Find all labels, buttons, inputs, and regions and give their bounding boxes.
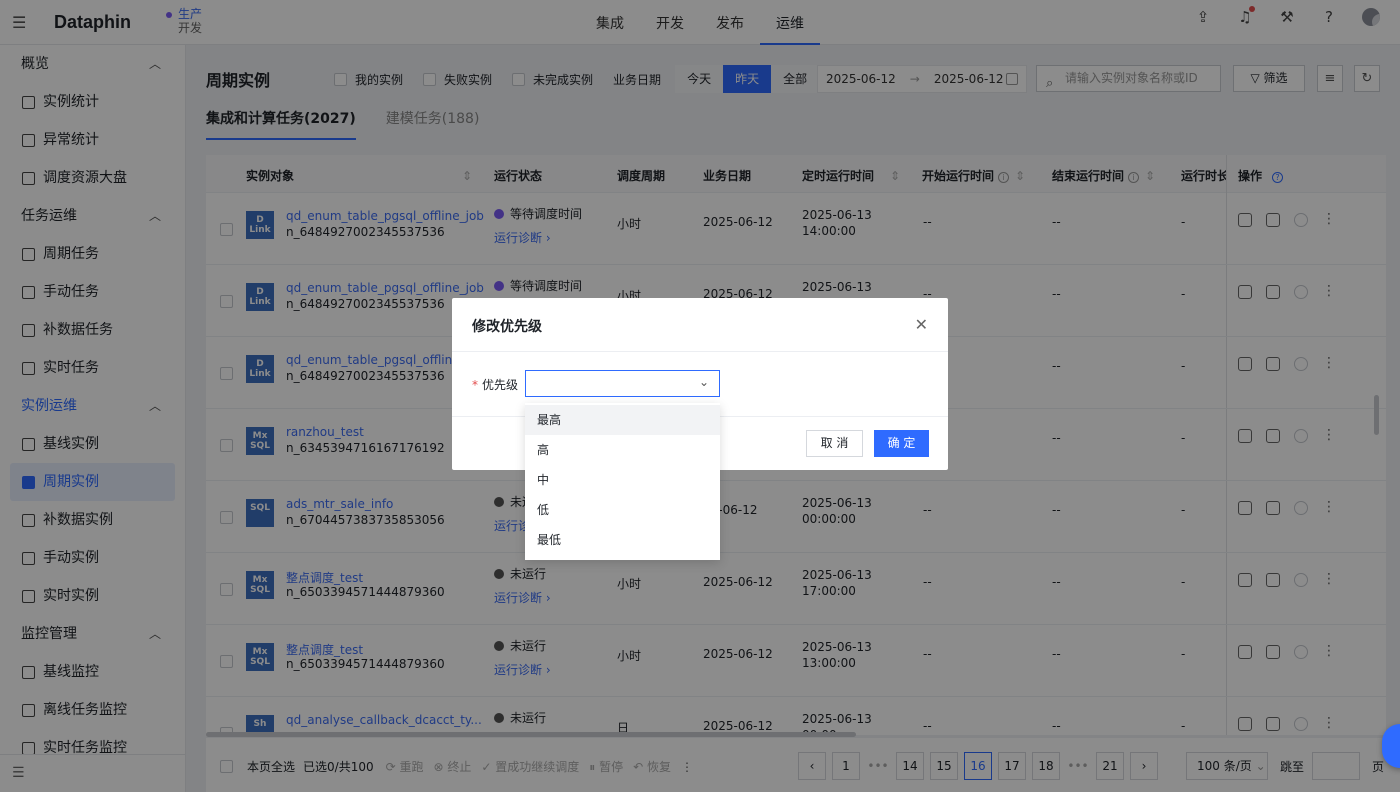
priority-option-highest[interactable]: 最高	[525, 405, 720, 435]
priority-option-medium[interactable]: 中	[525, 465, 720, 495]
priority-dropdown: 最高 高 中 低 最低	[525, 403, 720, 560]
priority-option-lowest[interactable]: 最低	[525, 525, 720, 555]
field-label: 优先级	[482, 378, 519, 392]
confirm-button[interactable]: 确 定	[874, 430, 929, 457]
priority-label: * 优先级	[472, 376, 518, 393]
modal-title: 修改优先级	[472, 319, 542, 335]
close-icon[interactable]: ✕	[915, 315, 928, 334]
required-mark: *	[472, 378, 478, 392]
priority-select[interactable]: ⌄	[525, 370, 720, 397]
chevron-down-icon: ⌄	[698, 375, 709, 389]
cancel-button[interactable]: 取 消	[806, 430, 863, 457]
priority-option-high[interactable]: 高	[525, 435, 720, 465]
priority-option-low[interactable]: 低	[525, 495, 720, 525]
divider	[452, 351, 948, 352]
